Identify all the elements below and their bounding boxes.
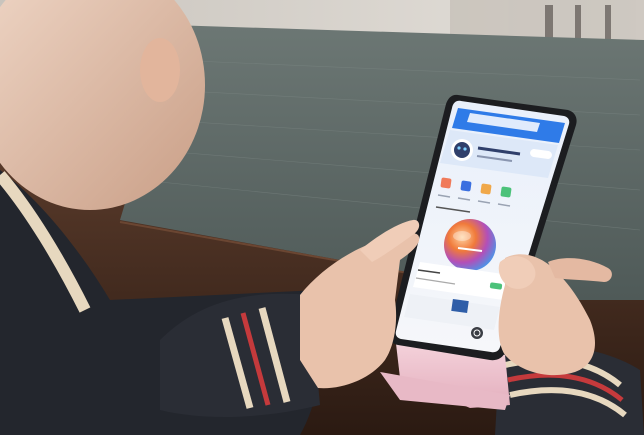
photo-scene xyxy=(0,0,644,435)
home-button-icon[interactable] xyxy=(471,327,483,339)
bottom-card-thumbnail xyxy=(451,298,469,314)
robot-mascot-icon xyxy=(451,139,473,161)
gradient-orb-icon[interactable] xyxy=(444,219,496,271)
person-ear xyxy=(140,38,180,102)
